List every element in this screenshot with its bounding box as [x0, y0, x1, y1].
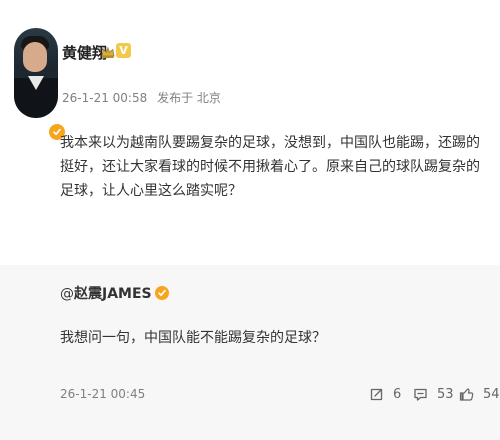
reply-verified-badge-icon [154, 286, 169, 300]
repost-icon [368, 386, 385, 403]
post-meta: 26-1-21 00:58 发布于 北京 [62, 89, 221, 106]
reply-timestamp: 26-1-21 00:45 [60, 387, 146, 401]
vip-icon: V [116, 43, 131, 58]
like-button[interactable]: 54 [458, 383, 500, 405]
author-avatar[interactable] [14, 28, 67, 142]
reply-card: @赵震JAMES 我想问一句，中国队能不能踢复杂的足球？ 26-1-21 00:… [0, 265, 500, 440]
like-icon [458, 386, 475, 403]
comment-button[interactable]: 53 [412, 383, 454, 405]
reply-user-line: @赵震JAMES [60, 283, 169, 303]
like-count: 54 [483, 386, 500, 402]
reply-author[interactable]: 赵震JAMES [74, 286, 152, 302]
reply-at-symbol: @ [60, 286, 74, 302]
comment-count: 53 [437, 386, 454, 402]
post-location: 发布于 北京 [157, 91, 221, 105]
post-timestamp: 26-1-21 00:58 [62, 91, 148, 105]
repost-count: 6 [393, 386, 402, 402]
avatar-photo [14, 28, 58, 118]
post-text: 我本来以为越南队要踢复杂的足球，没想到，中国队也能踢，还踢的挺好，还让大家看球的… [60, 135, 480, 199]
reply-text: 我想问一句，中国队能不能踢复杂的足球？ [60, 330, 326, 346]
crown-icon [100, 44, 116, 60]
comment-icon [412, 386, 429, 403]
repost-button[interactable]: 6 [368, 383, 401, 405]
avatar-face [23, 42, 47, 72]
post-card: 黄健翔 V 26-1-21 00:58 发布于 北京 我本来以为越南队要踢复杂的… [0, 0, 500, 262]
